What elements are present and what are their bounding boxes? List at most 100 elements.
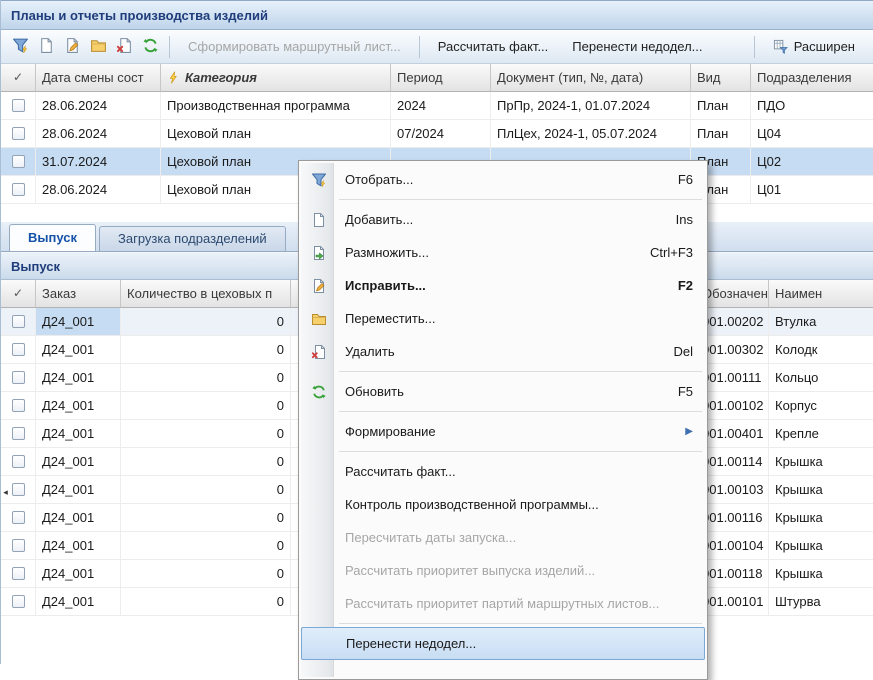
plans-table-column-header-3[interactable]: Документ (тип, №, дата) bbox=[491, 64, 691, 92]
tab-label: Загрузка подразделений bbox=[118, 231, 267, 246]
plans-cell: План bbox=[691, 92, 751, 120]
menu-item-18[interactable]: Перенести недодел... bbox=[301, 627, 705, 660]
plans-cell: ПрПр, 2024-1, 01.07.2024 bbox=[491, 92, 691, 120]
menu-item-label: Перенести недодел... bbox=[346, 636, 476, 651]
row-select-checkbox[interactable] bbox=[1, 392, 36, 420]
add-doc-icon bbox=[38, 37, 55, 57]
menu-item-5[interactable]: Переместить... bbox=[301, 302, 705, 335]
checkbox bbox=[12, 127, 25, 140]
checkbox bbox=[12, 183, 25, 196]
section-title: Выпуск bbox=[11, 259, 60, 274]
row-select-checkbox[interactable] bbox=[1, 336, 36, 364]
plans-table-column-header-0[interactable]: Дата смены сост bbox=[36, 64, 161, 92]
checkbox bbox=[12, 483, 25, 496]
select-all-header[interactable]: ✓ bbox=[1, 64, 36, 92]
toolbar-separator bbox=[169, 36, 170, 58]
column-title: Документ (тип, №, дата) bbox=[497, 70, 643, 85]
window-title: Планы и отчеты производства изделий bbox=[11, 8, 268, 23]
toolbar-button-2[interactable]: Перенести недодел... bbox=[560, 34, 714, 60]
menu-item-label: Добавить... bbox=[345, 212, 413, 227]
row-select-checkbox[interactable] bbox=[1, 532, 36, 560]
order-cell: Д24_001 bbox=[36, 448, 121, 476]
plans-row-1[interactable]: 28.06.2024Цеховой план07/2024ПлЦех, 2024… bbox=[1, 120, 873, 148]
quantity-cell: 0 bbox=[121, 448, 291, 476]
menu-item-16[interactable]: Рассчитать приоритет партий маршрутных л… bbox=[301, 587, 705, 620]
menu-separator bbox=[339, 411, 702, 412]
collapse-left-icon: ◂ bbox=[3, 487, 8, 498]
quantity-cell: 0 bbox=[121, 588, 291, 616]
checkbox bbox=[12, 371, 25, 384]
folder-icon bbox=[311, 311, 327, 327]
row-select-checkbox[interactable] bbox=[1, 120, 36, 148]
checkbox bbox=[12, 539, 25, 552]
row-select-checkbox[interactable] bbox=[1, 420, 36, 448]
order-cell: Д24_001 bbox=[36, 420, 121, 448]
name-cell: Штурва bbox=[769, 588, 873, 616]
tab-0[interactable]: Выпуск bbox=[9, 224, 96, 251]
plans-row-0[interactable]: 28.06.2024Производственная программа2024… bbox=[1, 92, 873, 120]
row-select-checkbox[interactable] bbox=[1, 308, 36, 336]
plans-table-column-header-1[interactable]: Категория bbox=[161, 64, 391, 92]
menu-item-4[interactable]: Исправить...F2 bbox=[301, 269, 705, 302]
plans-cell: ПлЦех, 2024-1, 05.07.2024 bbox=[491, 120, 691, 148]
menu-item-label: Удалить bbox=[345, 344, 395, 359]
menu-item-2[interactable]: Добавить...Ins bbox=[301, 203, 705, 236]
toolbar-edit-button[interactable] bbox=[59, 34, 85, 60]
plans-table-column-header-5[interactable]: Подразделения bbox=[751, 64, 873, 92]
plans-cell: Ц04 bbox=[751, 120, 873, 148]
menu-separator bbox=[339, 451, 702, 452]
order-cell: Д24_001 bbox=[36, 560, 121, 588]
toolbar-refresh-button[interactable] bbox=[137, 34, 163, 60]
menu-item-15[interactable]: Рассчитать приоритет выпуска изделий... bbox=[301, 554, 705, 587]
toolbar-move-button[interactable] bbox=[85, 34, 111, 60]
menu-item-8[interactable]: ОбновитьF5 bbox=[301, 375, 705, 408]
context-menu: Отобрать...F6 Добавить...InsРазмножить...… bbox=[298, 160, 708, 680]
column-title: Заказ bbox=[42, 286, 76, 301]
toolbar-separator bbox=[419, 36, 420, 58]
plans-cell: Ц01 bbox=[751, 176, 873, 204]
output-table-column-header-4[interactable]: Наимен bbox=[769, 280, 873, 308]
menu-item-6[interactable]: УдалитьDel bbox=[301, 335, 705, 368]
row-select-checkbox[interactable] bbox=[1, 364, 36, 392]
checkbox bbox=[12, 155, 25, 168]
toolbar-advanced-button[interactable]: Расширен bbox=[761, 34, 867, 60]
plans-cell: 07/2024 bbox=[391, 120, 491, 148]
output-table-column-header-1[interactable]: Количество в цеховых п bbox=[121, 280, 291, 308]
menu-item-10[interactable]: Формирование▶ bbox=[301, 415, 705, 448]
quantity-cell: 0 bbox=[121, 532, 291, 560]
plans-cell: 28.06.2024 bbox=[36, 120, 161, 148]
menu-item-0[interactable]: Отобрать...F6 bbox=[301, 163, 705, 196]
quantity-cell: 0 bbox=[121, 392, 291, 420]
menu-item-label: Переместить... bbox=[345, 311, 435, 326]
row-select-checkbox[interactable] bbox=[1, 148, 36, 176]
menu-item-label: Рассчитать факт... bbox=[345, 464, 456, 479]
output-table-column-header-0[interactable]: Заказ bbox=[36, 280, 121, 308]
select-all-header[interactable]: ✓ bbox=[1, 280, 36, 308]
lightning-icon bbox=[167, 71, 180, 84]
menu-item-14[interactable]: Пересчитать даты запуска... bbox=[301, 521, 705, 554]
toolbar-filter-button[interactable] bbox=[7, 34, 33, 60]
row-select-checkbox[interactable] bbox=[1, 176, 36, 204]
plans-table-column-header-2[interactable]: Период bbox=[391, 64, 491, 92]
order-cell: Д24_001 bbox=[36, 588, 121, 616]
checkbox bbox=[12, 99, 25, 112]
menu-item-3[interactable]: Размножить...Ctrl+F3 bbox=[301, 236, 705, 269]
menu-item-12[interactable]: Рассчитать факт... bbox=[301, 455, 705, 488]
toolbar-separator bbox=[754, 36, 755, 58]
row-select-checkbox[interactable] bbox=[1, 92, 36, 120]
toolbar-button-0[interactable]: Сформировать маршрутный лист... bbox=[176, 34, 413, 60]
tab-1[interactable]: Загрузка подразделений bbox=[99, 226, 286, 251]
menu-item-13[interactable]: Контроль производственной программы... bbox=[301, 488, 705, 521]
plans-table-column-header-4[interactable]: Вид bbox=[691, 64, 751, 92]
row-select-checkbox[interactable] bbox=[1, 588, 36, 616]
delete-doc-icon bbox=[311, 344, 327, 360]
name-cell: Колодк bbox=[769, 336, 873, 364]
window-titlebar: Планы и отчеты производства изделий bbox=[1, 0, 873, 30]
toolbar-add-button[interactable] bbox=[33, 34, 59, 60]
toolbar-delete-button[interactable] bbox=[111, 34, 137, 60]
quantity-cell: 0 bbox=[121, 504, 291, 532]
name-cell: Крышка bbox=[769, 560, 873, 588]
row-select-checkbox[interactable] bbox=[1, 560, 36, 588]
toolbar-button-1[interactable]: Рассчитать факт... bbox=[426, 34, 561, 60]
splitter-collapse-button[interactable]: ◂ bbox=[1, 470, 10, 514]
